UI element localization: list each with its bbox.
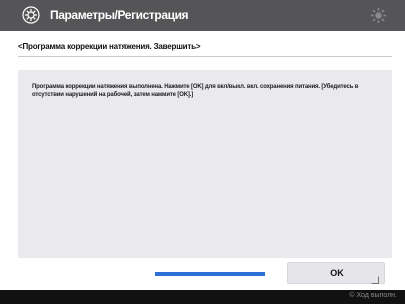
status-monitor-button[interactable]: © Ход выполн. — [349, 292, 397, 299]
footer-bar: © Ход выполн. — [0, 290, 405, 304]
message-text: Программа коррекции натяжения выполнена.… — [32, 84, 359, 98]
progress-fill — [155, 272, 265, 276]
divider — [18, 56, 392, 57]
sun-gear-icon — [370, 7, 387, 24]
corner-indicator-icon — [371, 271, 379, 284]
ok-button[interactable]: OK — [287, 262, 385, 284]
progress-bar — [155, 272, 265, 276]
settings-registration-icon[interactable] — [22, 6, 40, 24]
message-panel: Программа коррекции натяжения выполнена.… — [18, 70, 392, 258]
title-bar: Параметры/Регистрация — [0, 0, 405, 31]
screen-subtitle: <Программа коррекции натяжения. Завершит… — [18, 42, 201, 51]
page-title: Параметры/Регистрация — [50, 8, 189, 22]
